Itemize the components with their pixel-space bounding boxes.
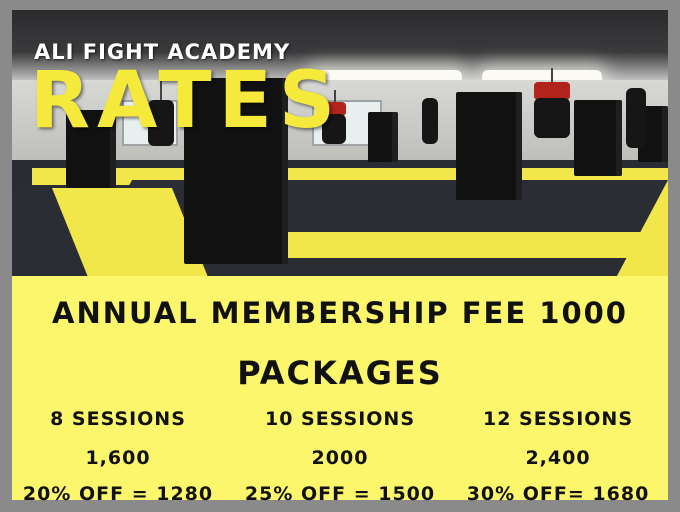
package-10-sessions: 10 SESSIONS 2000 25% OFF = 1500 — [240, 406, 440, 512]
package-price: 1,600 — [85, 447, 151, 469]
page-title: RATES — [30, 56, 343, 146]
pillar — [368, 112, 398, 162]
membership-fee: ANNUAL MEMBERSHIP FEE 1000 — [52, 296, 628, 330]
package-discount: 25% OFF = 1500 — [244, 483, 436, 505]
package-discount: 30% OFF= 1680 — [466, 483, 650, 505]
yellow-mat — [250, 232, 668, 258]
rates-panel: ANNUAL MEMBERSHIP FEE 1000 PACKAGES 8 SE… — [12, 276, 668, 505]
package-8-sessions: 8 SESSIONS 1,600 20% OFF = 1280 — [18, 406, 218, 512]
pillar — [574, 100, 622, 176]
package-name: 8 SESSIONS — [50, 408, 186, 430]
package-discount: 20% OFF = 1280 — [22, 483, 214, 505]
package-name: 10 SESSIONS — [264, 408, 416, 430]
packages-title: PACKAGES — [237, 354, 443, 392]
gym-photo: ALI FIGHT ACADEMY RATES — [12, 10, 668, 276]
package-price: 2,400 — [525, 447, 591, 469]
punching-bag — [534, 98, 570, 138]
rates-poster: ALI FIGHT ACADEMY RATES ANNUAL MEMBERSHI… — [12, 10, 668, 505]
package-12-sessions: 12 SESSIONS 2,400 30% OFF= 1680 — [458, 406, 658, 512]
punching-bag — [422, 98, 438, 144]
package-name: 12 SESSIONS — [482, 408, 634, 430]
punching-bag — [626, 88, 646, 148]
pillar — [456, 92, 522, 200]
package-price: 2000 — [311, 447, 369, 469]
